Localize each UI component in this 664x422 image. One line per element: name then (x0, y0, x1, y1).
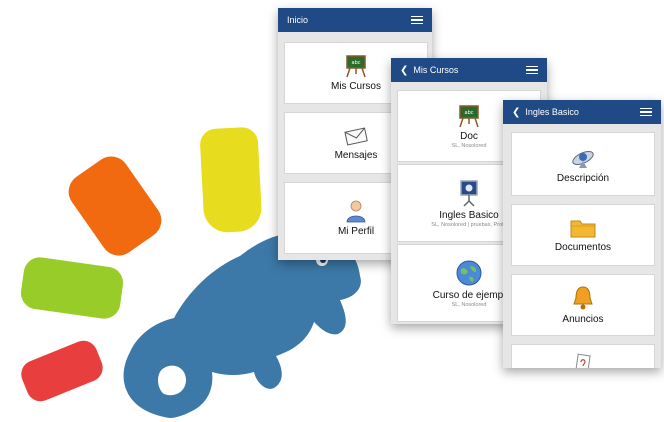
svg-text:abc: abc (352, 60, 361, 66)
section-title: Anuncios (562, 314, 604, 325)
keynote-icon (460, 179, 478, 207)
document-icon (575, 353, 591, 368)
section-title: Descripción (556, 173, 610, 184)
blackboard-icon: abc (459, 104, 479, 127)
app-header: Inicio (278, 8, 432, 32)
envelope-icon (344, 127, 368, 146)
satellite-icon (572, 151, 594, 168)
section-item-documentos[interactable]: Documentos (511, 204, 655, 266)
globe-icon (456, 260, 482, 285)
section-item-anuncios[interactable]: Anuncios (511, 274, 655, 336)
section-title: Documentos (554, 242, 612, 253)
hamburger-menu-icon[interactable] (526, 65, 538, 75)
app-header: ❮ Mis Cursos (391, 58, 547, 82)
back-chevron-icon[interactable]: ❮ (512, 107, 520, 118)
user-icon (346, 200, 366, 223)
bell-icon (573, 286, 593, 310)
header-title: Inicio (287, 15, 309, 25)
header-title: Mis Cursos (413, 65, 459, 75)
hamburger-menu-icon[interactable] (640, 107, 652, 117)
course-title: Ingles Basico (439, 209, 499, 221)
back-chevron-icon[interactable]: ❮ (400, 65, 408, 76)
folder-icon (570, 220, 596, 238)
menu-item-label: Mensajes (334, 150, 378, 161)
course-title: Doc (460, 130, 478, 142)
hamburger-menu-icon[interactable] (411, 15, 423, 25)
svg-text:abc: abc (465, 110, 474, 116)
blackboard-icon: abc (346, 55, 366, 78)
logo-ray-red (17, 336, 107, 406)
course-subtitle: SL, Nosolored (451, 142, 487, 149)
menu-item-label: Mi Perfil (337, 226, 375, 237)
logo-ray-yellow (199, 126, 263, 234)
course-subtitle: SL, Nosolored | pruebas, Profe (431, 221, 507, 228)
course-subtitle: SL, Nosolored (451, 301, 487, 308)
course-title: Curso de ejempl (432, 289, 506, 301)
section-item-descripcion[interactable]: Descripción (511, 132, 655, 196)
phone-screen-ingles-basico: ❮ Ingles Basico Descripción Documentos A… (503, 100, 661, 368)
menu-item-label: Mis Cursos (330, 81, 381, 92)
app-header: ❮ Ingles Basico (503, 100, 661, 124)
section-item-partial[interactable] (511, 344, 655, 368)
header-title: Ingles Basico (525, 107, 579, 117)
